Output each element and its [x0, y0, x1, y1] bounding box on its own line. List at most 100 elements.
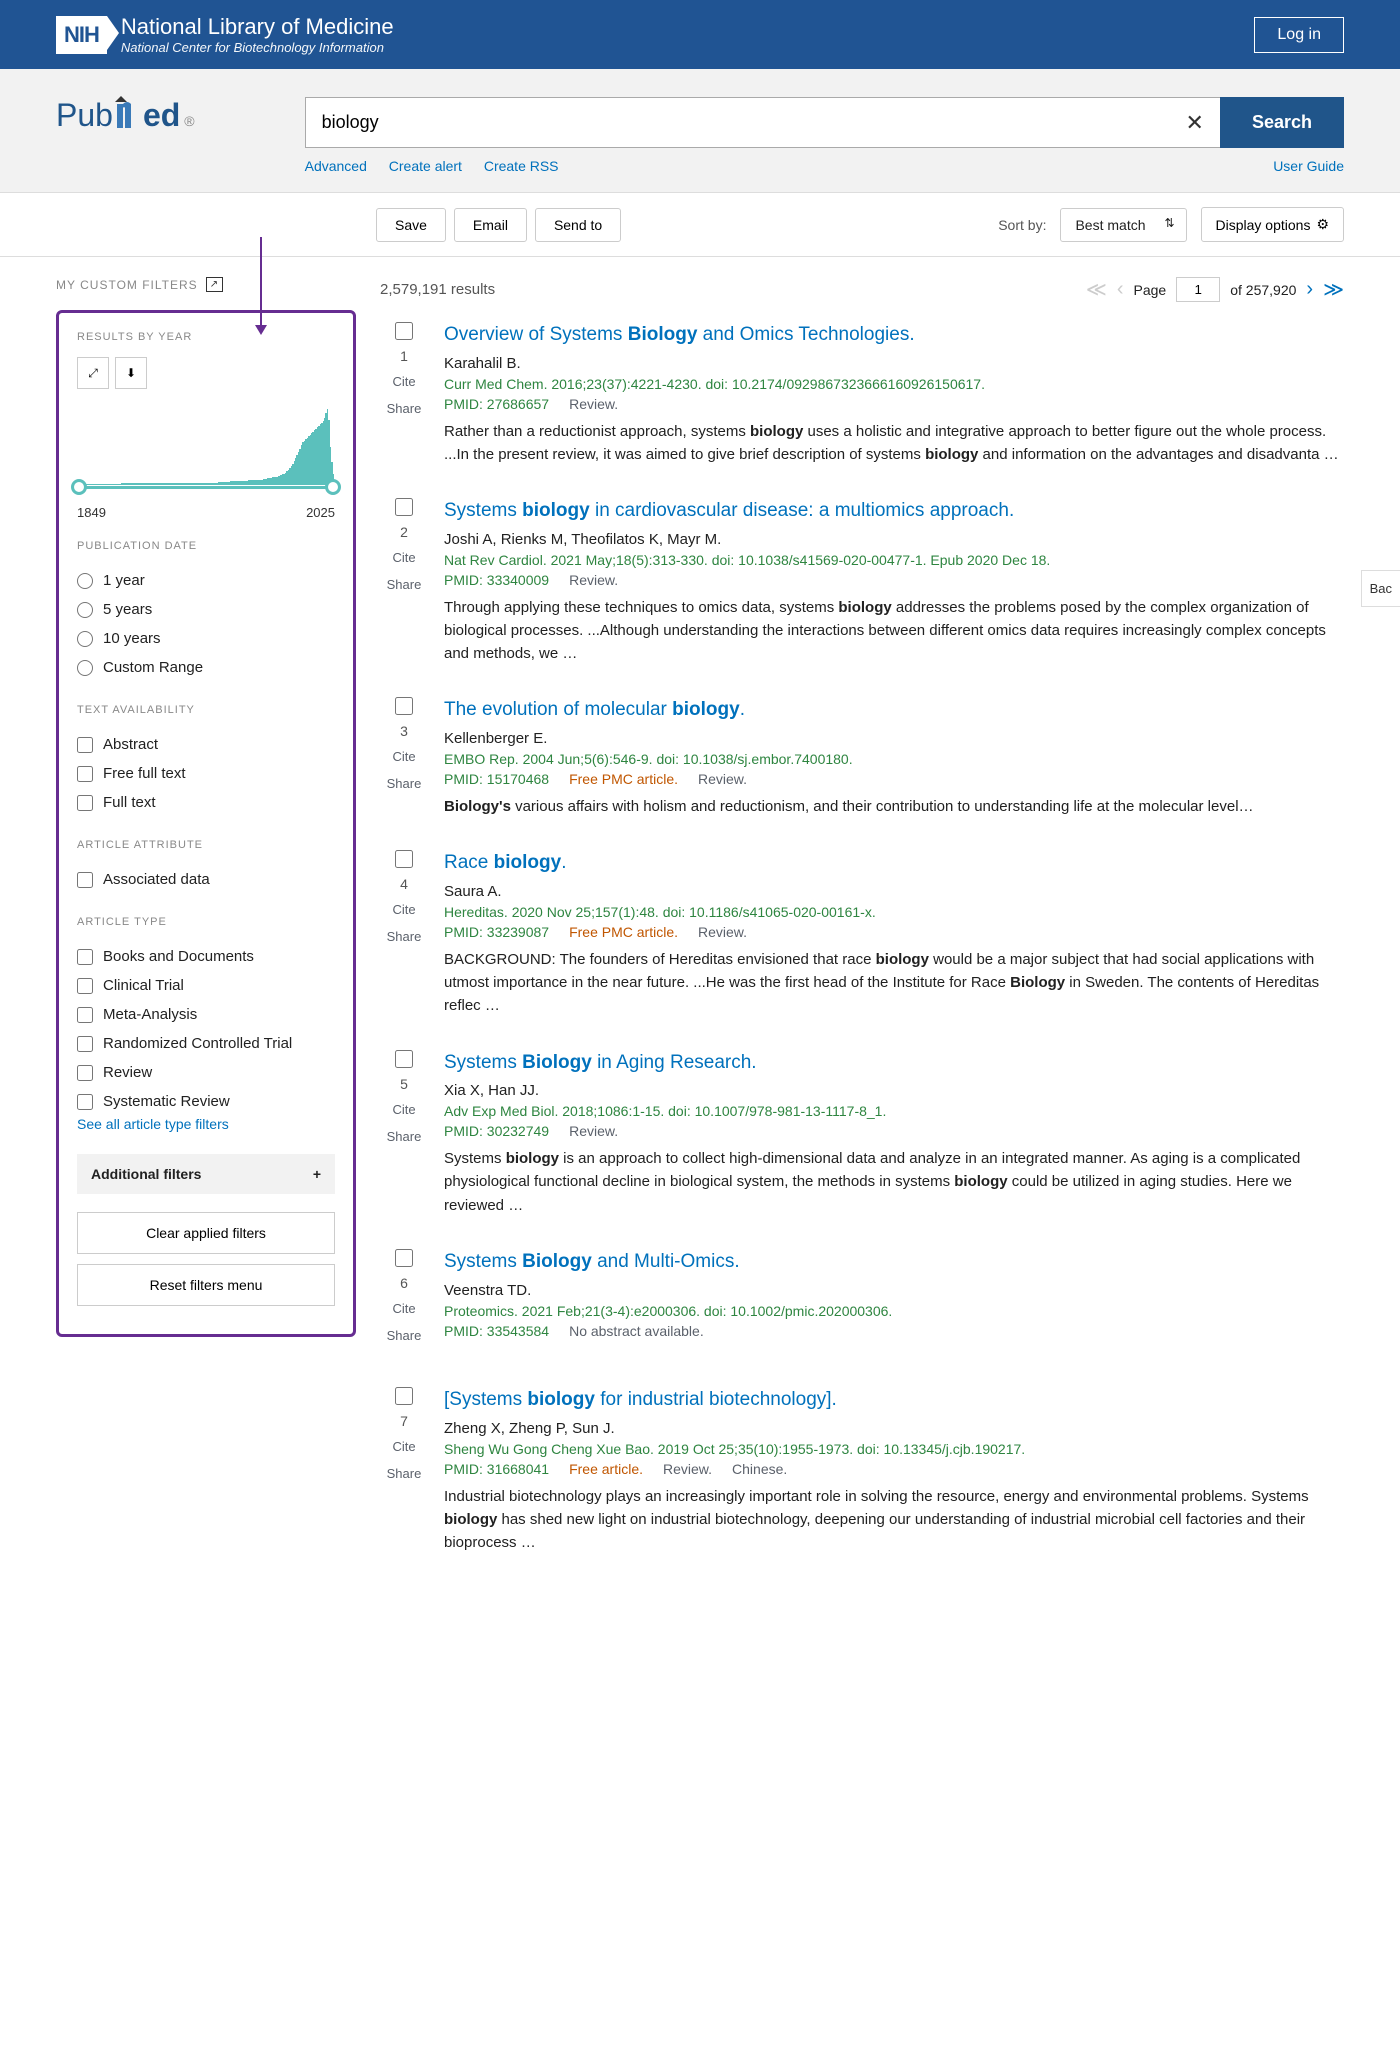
filter-option[interactable]: Review — [77, 1058, 335, 1087]
result-checkbox[interactable] — [395, 322, 413, 340]
filter-option[interactable]: Books and Documents — [77, 942, 335, 971]
filter-option[interactable]: Associated data — [77, 865, 335, 894]
result-title[interactable]: Systems Biology in Aging Research. — [444, 1050, 1344, 1077]
cite-link[interactable]: Cite — [380, 1439, 428, 1454]
result-title[interactable]: Overview of Systems Biology and Omics Te… — [444, 322, 1344, 349]
result-checkbox[interactable] — [395, 850, 413, 868]
filter-option[interactable]: Meta-Analysis — [77, 1000, 335, 1029]
filter-option[interactable]: Systematic Review — [77, 1087, 335, 1116]
checkbox-input[interactable] — [77, 1007, 93, 1023]
filter-option[interactable]: 5 years — [77, 595, 335, 624]
share-link[interactable]: Share — [380, 929, 428, 944]
checkbox-input[interactable] — [77, 737, 93, 753]
checkbox-input[interactable] — [77, 766, 93, 782]
cite-link[interactable]: Cite — [380, 550, 428, 565]
result-number: 2 — [380, 524, 428, 540]
filter-option[interactable]: Randomized Controlled Trial — [77, 1029, 335, 1058]
year-slider-start[interactable] — [71, 479, 87, 495]
filter-option-label: Custom Range — [103, 659, 203, 676]
page-input[interactable] — [1176, 277, 1220, 302]
results-toolbar: Save Email Send to Sort by: Best match D… — [0, 193, 1400, 257]
next-page-icon[interactable]: › — [1306, 278, 1313, 301]
cite-link[interactable]: Cite — [380, 374, 428, 389]
cite-link[interactable]: Cite — [380, 1102, 428, 1117]
radio-input[interactable] — [77, 602, 93, 618]
radio-input[interactable] — [77, 660, 93, 676]
filter-option[interactable]: 10 years — [77, 624, 335, 653]
result-checkbox[interactable] — [395, 1249, 413, 1267]
result-checkbox[interactable] — [395, 498, 413, 516]
result-title[interactable]: Race biology. — [444, 850, 1344, 877]
result-number: 3 — [380, 723, 428, 739]
additional-filters-toggle[interactable]: Additional filters + — [77, 1154, 335, 1194]
filter-option[interactable]: Free full text — [77, 759, 335, 788]
sort-select[interactable]: Best match — [1060, 208, 1186, 242]
filter-option[interactable]: 1 year — [77, 566, 335, 595]
result-citation: Sheng Wu Gong Cheng Xue Bao. 2019 Oct 25… — [444, 1441, 1344, 1457]
login-button[interactable]: Log in — [1254, 17, 1344, 53]
year-slider-end[interactable] — [325, 479, 341, 495]
result-checkbox[interactable] — [395, 1387, 413, 1405]
filter-option[interactable]: Custom Range — [77, 653, 335, 682]
search-input[interactable] — [305, 97, 1170, 148]
create-alert-link[interactable]: Create alert — [389, 158, 462, 174]
reset-filters-button[interactable]: Reset filters menu — [77, 1264, 335, 1306]
back-tab[interactable]: Bac — [1361, 570, 1400, 607]
result-title[interactable]: The evolution of molecular biology. — [444, 697, 1344, 724]
display-options-button[interactable]: Display options⚙ — [1201, 207, 1345, 242]
result-title[interactable]: Systems biology in cardiovascular diseas… — [444, 498, 1344, 525]
share-link[interactable]: Share — [380, 776, 428, 791]
filter-option[interactable]: Full text — [77, 788, 335, 817]
share-link[interactable]: Share — [380, 1328, 428, 1343]
ncbi-subtitle: National Center for Biotechnology Inform… — [121, 40, 394, 55]
create-rss-link[interactable]: Create RSS — [484, 158, 559, 174]
filter-option[interactable]: Abstract — [77, 730, 335, 759]
year-slider-track[interactable] — [77, 486, 335, 489]
year-histogram[interactable] — [77, 399, 335, 499]
checkbox-input[interactable] — [77, 949, 93, 965]
pubmed-logo[interactable]: Pubed® — [56, 97, 195, 134]
expand-chart-icon[interactable]: ⤢ — [77, 357, 109, 389]
plus-icon: + — [313, 1166, 321, 1182]
checkbox-input[interactable] — [77, 1036, 93, 1052]
checkbox-input[interactable] — [77, 1094, 93, 1110]
send-to-button[interactable]: Send to — [535, 208, 621, 242]
see-all-types-link[interactable]: See all article type filters — [77, 1116, 335, 1132]
checkbox-input[interactable] — [77, 1065, 93, 1081]
prev-page-icon[interactable]: ‹ — [1117, 278, 1124, 301]
nih-brand[interactable]: NIH National Library of Medicine Nationa… — [56, 14, 394, 55]
filter-option[interactable]: Clinical Trial — [77, 971, 335, 1000]
clear-search-icon[interactable]: ✕ — [1170, 97, 1220, 148]
save-button[interactable]: Save — [376, 208, 446, 242]
radio-input[interactable] — [77, 631, 93, 647]
my-custom-filters[interactable]: MY CUSTOM FILTERS ↗ — [56, 277, 356, 292]
clear-filters-button[interactable]: Clear applied filters — [77, 1212, 335, 1254]
user-guide-link[interactable]: User Guide — [1273, 158, 1344, 174]
checkbox-input[interactable] — [77, 978, 93, 994]
text-avail-title: TEXT AVAILABILITY — [77, 704, 335, 716]
result-number: 1 — [380, 348, 428, 364]
download-chart-icon[interactable]: ⬇ — [115, 357, 147, 389]
advanced-link[interactable]: Advanced — [305, 158, 367, 174]
cite-link[interactable]: Cite — [380, 749, 428, 764]
email-button[interactable]: Email — [454, 208, 527, 242]
first-page-icon[interactable]: ≪ — [1086, 277, 1107, 302]
cite-link[interactable]: Cite — [380, 902, 428, 917]
result-title[interactable]: [Systems biology for industrial biotechn… — [444, 1387, 1344, 1414]
sidebar-highlight-box: RESULTS BY YEAR ⤢ ⬇ 1849 2025 PUBLICATIO… — [56, 310, 356, 1337]
share-link[interactable]: Share — [380, 1466, 428, 1481]
checkbox-input[interactable] — [77, 795, 93, 811]
cite-link[interactable]: Cite — [380, 1301, 428, 1316]
result-title[interactable]: Systems Biology and Multi-Omics. — [444, 1249, 1344, 1276]
share-link[interactable]: Share — [380, 401, 428, 416]
share-link[interactable]: Share — [380, 1129, 428, 1144]
radio-input[interactable] — [77, 573, 93, 589]
last-page-icon[interactable]: ≫ — [1323, 277, 1344, 302]
result-meta: PMID: 27686657Review. — [444, 396, 1344, 412]
checkbox-input[interactable] — [77, 872, 93, 888]
result-citation: Nat Rev Cardiol. 2021 May;18(5):313-330.… — [444, 552, 1344, 568]
share-link[interactable]: Share — [380, 577, 428, 592]
result-checkbox[interactable] — [395, 697, 413, 715]
search-button[interactable]: Search — [1220, 97, 1344, 148]
result-checkbox[interactable] — [395, 1050, 413, 1068]
